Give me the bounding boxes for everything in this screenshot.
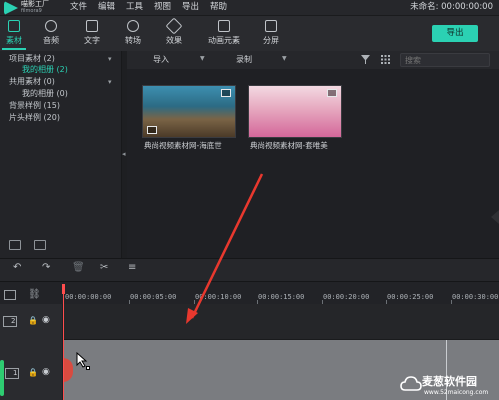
ruler-time-label: 00:00:00:00 [65,293,112,301]
library-item-background-samples[interactable]: 背景样例 (15) [9,100,60,112]
tab-effects-label: 效果 [166,36,182,45]
playhead-line[interactable] [63,294,64,400]
media-thumbnail-label: 典尚视频素材网-海底世 [144,141,222,150]
tab-text[interactable]: 文字 [74,20,110,48]
library-item-my-album[interactable]: 我的相册 (2) [22,64,68,76]
library-item-shared-media[interactable]: 共用素材 (0) [9,76,55,88]
chevron-down-icon[interactable]: ▼ [200,55,205,62]
added-badge-icon [147,126,157,134]
menu-tools[interactable]: 工具 [126,1,143,14]
cut-icon[interactable]: ✂ [100,262,108,273]
eye-icon[interactable]: ◉ [42,315,50,325]
tab-elements[interactable]: 动画元素 [204,20,244,48]
timeline-track-2[interactable] [63,304,499,340]
app-name: 喵影工厂 [21,0,49,8]
eye-icon[interactable]: ◉ [42,367,50,377]
new-folder-icon[interactable] [9,240,21,250]
lock-icon[interactable]: 🔒 [28,316,38,325]
track-1-label: 1 [5,368,19,379]
text-icon [86,20,98,32]
menu-export[interactable]: 导出 [182,1,199,14]
tab-elements-label: 动画元素 [208,36,240,45]
video-badge-icon [327,89,337,97]
playhead-handle[interactable] [62,284,65,294]
split-screen-icon [265,20,277,32]
project-title: 未命名: 00:00:00:00 [410,2,493,12]
media-thumbnail[interactable] [248,85,342,138]
search-input[interactable] [400,53,490,67]
delete-icon[interactable]: 🗑 [72,262,85,273]
menu-help[interactable]: 帮助 [210,1,227,14]
tab-text-label: 文字 [84,36,100,45]
adjust-icon[interactable]: ≡ [128,262,136,273]
track-2-label: 2 [3,316,17,327]
folder-icon[interactable] [34,240,46,250]
ruler-time-label: 00:00:30:00 [452,293,499,301]
tab-audio-label: 音频 [43,36,59,45]
ruler-time-label: 00:00:05:00 [130,293,177,301]
tab-transition-label: 转场 [125,36,141,45]
export-button[interactable]: 导出 [432,25,478,42]
tab-audio[interactable]: 音频 [33,20,69,48]
effects-icon [165,17,183,35]
video-badge-icon [221,89,231,97]
chevron-down-icon[interactable]: ▾ [108,55,112,63]
grid-view-icon[interactable] [381,55,390,64]
app-subtitle: filmora9 [21,8,42,14]
annotation-arrow [186,173,264,324]
link-icon[interactable]: ⛓ [28,289,41,300]
media-icon [8,20,20,32]
menu-view[interactable]: 视图 [154,1,171,14]
import-button[interactable]: 导入 [153,53,169,66]
transition-icon [127,20,139,32]
active-tab-indicator [2,48,26,50]
lock-icon[interactable]: 🔒 [28,368,38,377]
chevron-down-icon[interactable]: ▾ [108,78,112,86]
cloud-logo-icon [400,376,422,391]
undo-icon[interactable]: ↶ [13,262,21,273]
record-button[interactable]: 录制 [236,53,252,66]
music-icon [45,20,57,32]
tab-split-screen[interactable]: 分屏 [253,20,289,48]
library-item-my-album-shared[interactable]: 我的相册 (0) [22,88,68,100]
menu-edit[interactable]: 编辑 [98,1,115,14]
watermark-text: 麦葱软件园 [422,375,477,388]
menu-file[interactable]: 文件 [70,1,87,14]
media-thumbnail-label: 典尚视频素材网-套唯美 [250,141,328,150]
tab-media[interactable]: 素材 [0,20,32,48]
tab-split-screen-label: 分屏 [263,36,279,45]
filter-icon[interactable] [361,55,370,64]
tab-effects[interactable]: 效果 [156,17,192,48]
panel-collapse-icon[interactable]: ◂ [122,150,126,158]
chevron-down-icon[interactable]: ▼ [282,55,287,62]
library-item-intro-samples[interactable]: 片头样例 (20) [9,112,60,124]
ruler-time-label: 00:00:20:00 [323,293,370,301]
drag-indicator [86,366,90,370]
redo-icon[interactable]: ↷ [42,262,50,273]
add-track-icon[interactable] [4,290,16,300]
watermark-url: www.52maicong.com [424,389,489,396]
ruler-time-label: 00:00:25:00 [387,293,434,301]
elements-icon [218,20,230,32]
tab-transition[interactable]: 转场 [115,20,151,48]
media-thumbnail[interactable] [142,85,236,138]
tab-media-label: 素材 [6,36,22,45]
track-1-indicator [0,360,4,396]
